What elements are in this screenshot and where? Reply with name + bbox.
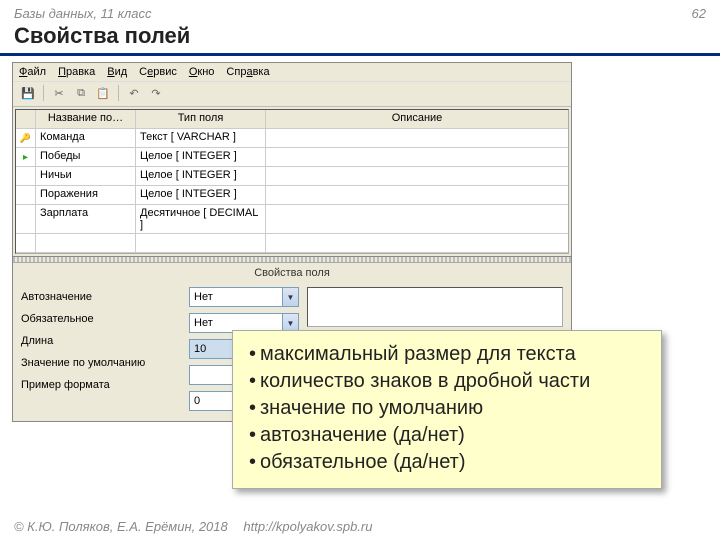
- slide-footer: © К.Ю. Поляков, Е.А. Ерёмин, 2018 http:/…: [14, 519, 372, 534]
- callout-item: значение по умолчанию: [249, 395, 645, 422]
- label-required: Обязательное: [21, 313, 181, 325]
- table-row[interactable]: НичьиЦелое [ INTEGER ]: [16, 167, 568, 186]
- cell-field-name[interactable]: Победы: [36, 148, 136, 166]
- cell-field-name[interactable]: Поражения: [36, 186, 136, 204]
- slide-header: Базы данных, 11 класс 62: [0, 0, 720, 23]
- menu-window[interactable]: Окно: [189, 66, 215, 78]
- input-required-text: Нет: [190, 317, 282, 329]
- callout-item: количество знаков в дробной части: [249, 368, 645, 395]
- redo-icon[interactable]: ↷: [147, 84, 165, 102]
- row-marker-icon: [16, 129, 36, 147]
- property-help-box: [307, 287, 563, 327]
- footer-url: http://kpolyakov.spb.ru: [243, 519, 372, 534]
- callout-item: обязательное (да/нет): [249, 449, 645, 476]
- save-icon[interactable]: 💾: [19, 84, 37, 102]
- label-length: Длина: [21, 335, 181, 347]
- label-autovalue: Автозначение: [21, 291, 181, 303]
- menu-edit[interactable]: Правка: [58, 66, 95, 78]
- cell-field-desc[interactable]: [266, 148, 568, 166]
- property-panel-title: Свойства поля: [13, 263, 571, 283]
- table-row-blank[interactable]: [16, 234, 568, 253]
- cell-field-type[interactable]: Текст [ VARCHAR ]: [136, 129, 266, 147]
- chevron-down-icon[interactable]: ▼: [282, 288, 298, 306]
- table-row[interactable]: КомандаТекст [ VARCHAR ]: [16, 129, 568, 148]
- grid-header-name[interactable]: Название по…: [36, 110, 136, 128]
- cell-field-desc[interactable]: [266, 205, 568, 233]
- cell-field-type[interactable]: Целое [ INTEGER ]: [136, 148, 266, 166]
- menu-help[interactable]: Справка: [226, 66, 269, 78]
- table-row[interactable]: ПораженияЦелое [ INTEGER ]: [16, 186, 568, 205]
- row-marker-icon: [16, 148, 36, 166]
- cell-field-name[interactable]: Команда: [36, 129, 136, 147]
- table-row[interactable]: ЗарплатаДесятичное [ DECIMAL ]: [16, 205, 568, 234]
- course-label: Базы данных, 11 класс: [14, 6, 151, 21]
- separator: [43, 85, 44, 101]
- grid-header: Название по… Тип поля Описание: [16, 110, 568, 129]
- field-grid: Название по… Тип поля Описание КомандаТе…: [15, 109, 569, 254]
- table-row[interactable]: ПобедыЦелое [ INTEGER ]: [16, 148, 568, 167]
- grid-header-desc[interactable]: Описание: [266, 110, 568, 128]
- undo-icon[interactable]: ↶: [125, 84, 143, 102]
- cell-field-desc[interactable]: [266, 186, 568, 204]
- menubar: Файл Правка Вид Сервис Окно Справка: [13, 63, 571, 81]
- copy-icon[interactable]: ⧉: [72, 84, 90, 102]
- cell-field-name[interactable]: Ничьи: [36, 167, 136, 185]
- row-marker-icon: [16, 234, 36, 252]
- row-marker-icon: [16, 205, 36, 233]
- cell-field-type[interactable]: Десятичное [ DECIMAL ]: [136, 205, 266, 233]
- page-title: Свойства полей: [0, 23, 720, 56]
- input-autovalue-text: Нет: [190, 291, 282, 303]
- paste-icon[interactable]: 📋: [94, 84, 112, 102]
- copyright: © К.Ю. Поляков, Е.А. Ерёмин, 2018: [14, 519, 228, 534]
- cell-field-name[interactable]: Зарплата: [36, 205, 136, 233]
- input-autovalue[interactable]: Нет ▼: [189, 287, 299, 307]
- toolbar: 💾 ✂ ⧉ 📋 ↶ ↷: [13, 81, 571, 107]
- callout-item: автозначение (да/нет): [249, 422, 645, 449]
- cut-icon[interactable]: ✂: [50, 84, 68, 102]
- grid-header-blank: [16, 110, 36, 128]
- row-marker-icon: [16, 167, 36, 185]
- callout-item: максимальный размер для текста: [249, 341, 645, 368]
- cell-field-type[interactable]: Целое [ INTEGER ]: [136, 167, 266, 185]
- page-number: 62: [692, 6, 706, 21]
- label-format: Пример формата: [21, 379, 181, 391]
- cell-field-desc[interactable]: [266, 167, 568, 185]
- cell-field-desc[interactable]: [266, 129, 568, 147]
- menu-view[interactable]: Вид: [107, 66, 127, 78]
- menu-file[interactable]: Файл: [19, 66, 46, 78]
- grid-header-type[interactable]: Тип поля: [136, 110, 266, 128]
- label-default: Значение по умолчанию: [21, 357, 181, 369]
- annotation-callout: максимальный размер для текстаколичество…: [232, 330, 662, 489]
- cell-field-type[interactable]: Целое [ INTEGER ]: [136, 186, 266, 204]
- row-marker-icon: [16, 186, 36, 204]
- separator: [118, 85, 119, 101]
- menu-service[interactable]: Сервис: [139, 66, 177, 78]
